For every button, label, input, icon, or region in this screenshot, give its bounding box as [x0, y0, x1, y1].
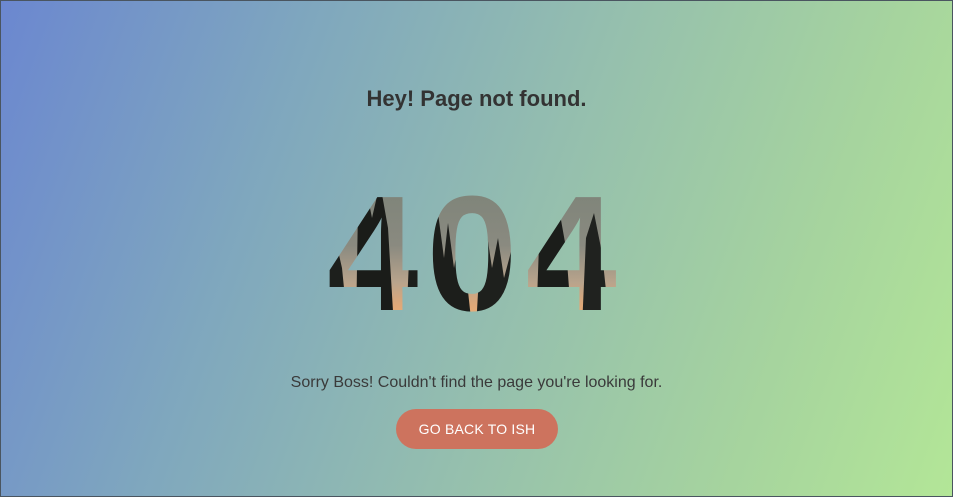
not-found-message: Sorry Boss! Couldn't find the page you'r…	[290, 374, 663, 391]
error-code-text	[327, 178, 625, 328]
go-back-button[interactable]: GO BACK TO ISH	[396, 409, 558, 449]
page-title: Hey! Page not found.	[366, 86, 587, 111]
error-code-graphic: 404	[276, 178, 676, 328]
